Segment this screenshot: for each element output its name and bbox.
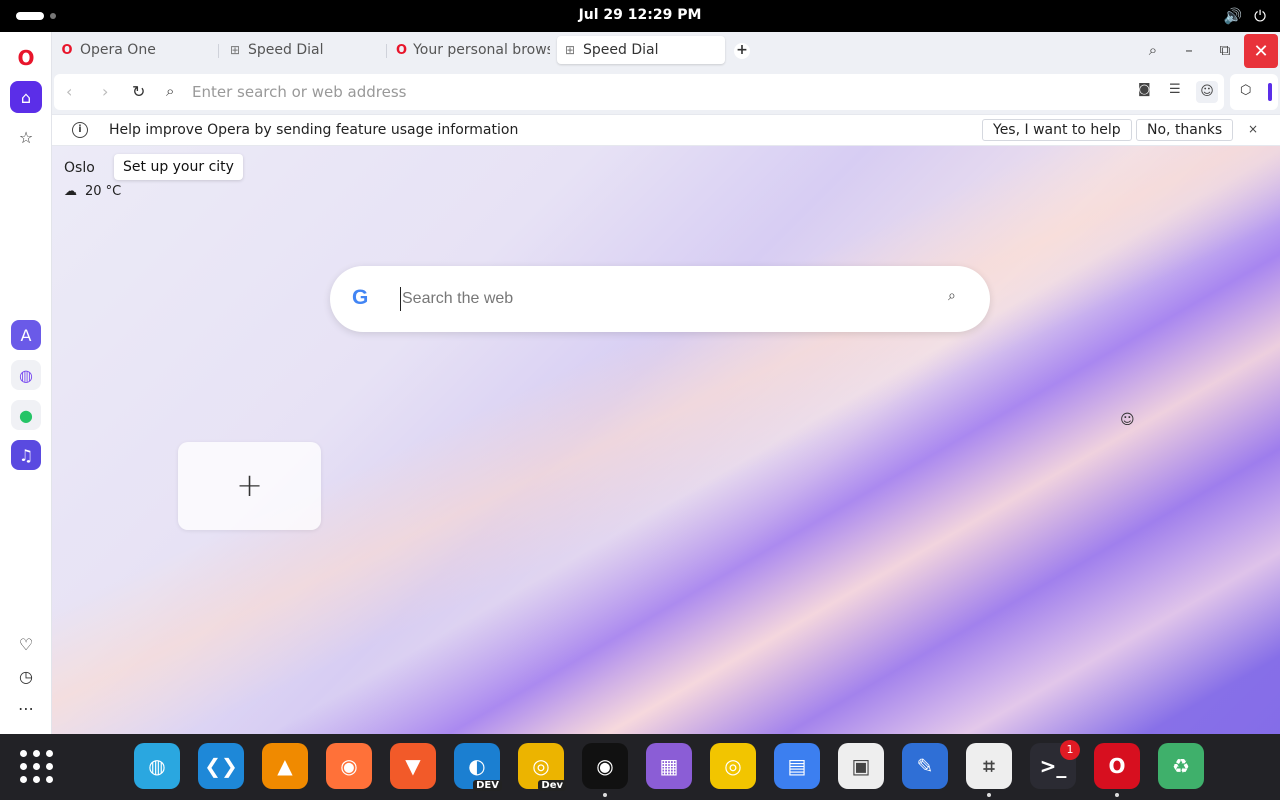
trash-icon[interactable]: ♻ (1158, 743, 1204, 789)
close-window-icon[interactable]: ✕ (1244, 34, 1278, 68)
messenger-icon[interactable]: ◍ (11, 360, 41, 390)
tab-bar: O Opera One ⊞ Speed Dial O Your personal… (52, 32, 1280, 70)
info-icon: i (72, 122, 88, 138)
terminal-badge: 1 (1060, 740, 1080, 760)
setup-city-tooltip[interactable]: Set up your city (114, 154, 243, 180)
opera-icon: O (396, 42, 408, 58)
more-icon[interactable]: ⋯ (10, 692, 42, 724)
tab-label: Opera One (80, 42, 156, 58)
close-icon[interactable]: × (1248, 122, 1258, 136)
screenshot-tool-icon[interactable]: ⌗ (966, 743, 1012, 789)
infobar-message: Help improve Opera by sending feature us… (109, 122, 519, 138)
extensions-area: ⬡ (1230, 74, 1278, 110)
heart-icon[interactable]: ♡ (10, 628, 42, 660)
opera-icon[interactable]: O (1094, 743, 1140, 789)
web-search-box: G ⌕ (330, 266, 990, 332)
search-icon: ⌕ (166, 82, 175, 100)
tab-separator (218, 44, 219, 58)
star-icon[interactable]: ☆ (10, 121, 42, 153)
tab-personal-browser[interactable]: O Your personal brows (390, 36, 550, 64)
running-indicator (1115, 793, 1119, 797)
search-icon[interactable]: ⌕ (948, 288, 956, 304)
tab-label: Speed Dial (248, 42, 324, 58)
opera-icon: O (61, 42, 73, 58)
app-variant-label: Dev (538, 780, 566, 791)
new-tab-button[interactable]: + (734, 43, 750, 59)
feature-usage-infobar: i Help improve Opera by sending feature … (52, 114, 1280, 146)
cloud-icon: ☁ (64, 184, 77, 199)
extensions-icon[interactable]: ⬡ (1240, 83, 1251, 98)
history-icon[interactable]: ◷ (10, 660, 42, 692)
whatsapp-icon[interactable]: ● (11, 400, 41, 430)
weather-city[interactable]: Oslo (64, 160, 95, 176)
add-speed-dial-tile[interactable]: + (178, 442, 321, 530)
forward-icon[interactable]: › (102, 82, 108, 101)
brave-icon[interactable]: ▼ (390, 743, 436, 789)
tab-speed-dial-active[interactable]: ⊞ Speed Dial (557, 36, 725, 64)
tab-speed-dial[interactable]: ⊞ Speed Dial (222, 36, 382, 64)
tab-separator (386, 44, 387, 58)
tab-search-icon[interactable]: ⌕ (1138, 35, 1168, 65)
address-input[interactable] (192, 80, 1092, 104)
vscode-icon[interactable]: ❮❯ (198, 743, 244, 789)
browser-globe-icon[interactable]: ◍ (134, 743, 180, 789)
sidebar: O ⌂ ☆ A ◍ ● ♫ ♡ ◷ ⋯ (0, 32, 52, 734)
grid-icon: ⊞ (229, 43, 241, 57)
calendar-icon[interactable]: ▦ (646, 743, 692, 789)
system-top-bar: Jul 29 12:29 PM 🔊 ⏻ (0, 0, 1280, 32)
customize-icon[interactable]: ☺ (1120, 412, 1135, 428)
grid-icon: ⊞ (564, 43, 576, 57)
address-bar: ‹ › ↻ ⌕ ◙ ☰ ☺ (54, 74, 1224, 110)
text-editor-icon[interactable]: ✎ (902, 743, 948, 789)
aria-icon[interactable]: A (11, 320, 41, 350)
vlc-icon[interactable]: ▲ (262, 743, 308, 789)
reload-icon[interactable]: ↻ (132, 82, 145, 101)
camera-icon[interactable]: ◙ (1138, 82, 1151, 97)
system-clock[interactable]: Jul 29 12:29 PM (0, 7, 1280, 23)
rhythmbox-icon[interactable]: ◎ (710, 743, 756, 789)
address-bar-row: ‹ › ↻ ⌕ ◙ ☰ ☺ ⬡ (52, 72, 1280, 112)
easy-setup-icon[interactable]: ☰ (1169, 82, 1181, 97)
minimize-icon[interactable]: – (1174, 35, 1204, 65)
music-player-icon[interactable]: ♫ (11, 440, 41, 470)
power-icon[interactable]: ⏻ (1254, 7, 1266, 25)
app-variant-label: DEV (473, 780, 502, 791)
software-store-icon[interactable]: ▣ (838, 743, 884, 789)
tab-label: Your personal brows (413, 42, 550, 58)
firefox-icon[interactable]: ◉ (326, 743, 372, 789)
running-indicator (987, 793, 991, 797)
aria-bar-icon[interactable] (1268, 83, 1272, 101)
weather-temperature: 20 °C (85, 184, 122, 199)
browser-window: O ⌂ ☆ A ◍ ● ♫ ♡ ◷ ⋯ O Opera One ⊞ Speed … (0, 32, 1280, 734)
opera-menu-icon[interactable]: O (10, 42, 42, 74)
tab-label: Speed Dial (583, 42, 659, 58)
speed-dial-page: Oslo Set up your city ☁ 20 °C G ⌕ ☺ + (52, 146, 1280, 734)
obs-icon[interactable]: ◉ (582, 743, 628, 789)
back-icon[interactable]: ‹ (66, 82, 72, 101)
profile-icon[interactable]: ☺ (1196, 81, 1218, 103)
edge-dev-icon[interactable]: ◐ DEV (454, 743, 502, 791)
home-icon[interactable]: ⌂ (10, 81, 42, 113)
file-cabinet-icon[interactable]: ▤ (774, 743, 820, 789)
restore-icon[interactable]: ⧉ (1210, 35, 1240, 65)
no-thanks-button[interactable]: No, thanks (1136, 119, 1234, 141)
show-apps-icon[interactable] (20, 750, 54, 784)
volume-icon[interactable]: 🔊 (1223, 7, 1242, 25)
google-logo-icon: G (352, 286, 369, 309)
plus-icon: + (236, 466, 263, 504)
web-search-input[interactable] (400, 287, 930, 311)
dock: ◍ ❮❯ ▲ ◉ ▼ ◐ DEV ◎ Dev ◉ ▦ ◎ ▤ ▣ ✎ ⌗ >_ O ♻ (0, 734, 1280, 800)
running-indicator (603, 793, 607, 797)
weather-widget[interactable]: ☁ 20 °C (64, 184, 121, 199)
yes-help-button[interactable]: Yes, I want to help (982, 119, 1132, 141)
chrome-dev-icon[interactable]: ◎ Dev (518, 743, 566, 791)
tab-opera-one[interactable]: O Opera One (54, 36, 214, 64)
